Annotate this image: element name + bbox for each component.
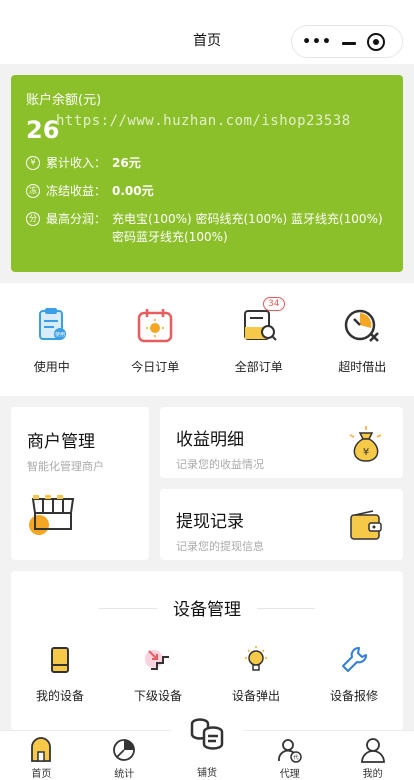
order-in-use-label: 使用中 <box>33 360 70 374</box>
my-devices-label: 我的设备 <box>35 689 84 703</box>
clipboard-icon: 使用 <box>38 308 66 340</box>
orders-search-icon <box>243 310 277 341</box>
money-bag-icon: ¥ <box>349 426 382 462</box>
balance-card: 账户余额(元) 26 ¥ 累计收入： 26元 冻 冻结收益： 0.00元 分 最… <box>11 75 403 272</box>
svg-text:代: 代 <box>293 754 298 761</box>
total-income-label: 累计收入： <box>46 156 107 170</box>
device-grid: 我的设备 下级设备 设备弹出 设备报修 <box>11 641 403 711</box>
order-all-icon-wrap: 34 <box>239 297 285 345</box>
title-divider-right <box>257 608 315 609</box>
tab-agent[interactable]: 代 代理 <box>248 731 331 780</box>
user-icon <box>360 738 385 763</box>
power-bank-icon <box>51 647 69 673</box>
order-in-use[interactable]: 使用 使用中 <box>0 283 104 396</box>
wrench-icon <box>342 647 367 672</box>
device-section-title: 设备管理 <box>173 600 241 620</box>
income-detail-card[interactable]: 收益明细 记录您的收益情况 ¥ <box>160 407 403 478</box>
merchant-management-card[interactable]: 商户管理 智能化管理商户 <box>11 407 149 560</box>
mini-program-capsule: ••• <box>291 25 403 58</box>
order-today[interactable]: 今日订单 <box>104 283 208 396</box>
svg-text:使用: 使用 <box>55 331 65 338</box>
shop-awning-icon <box>29 495 75 535</box>
order-all-label: 全部订单 <box>234 360 283 374</box>
sub-devices[interactable]: 下级设备 <box>109 641 207 711</box>
tab-home[interactable]: 首页 <box>0 731 83 780</box>
watermark-text: https://www.huzhan.com/ishop23538 <box>56 113 351 129</box>
tab-distribute-label: 铺货 <box>197 768 217 779</box>
stairs-down-icon <box>145 650 169 670</box>
order-count-badge: 34 <box>262 297 285 311</box>
frozen-income-value: 0.00元 <box>112 184 154 198</box>
total-income-row: ¥ 累计收入： 26元 <box>26 154 388 172</box>
total-income-value: 26元 <box>112 156 141 170</box>
nav-header: 首页 ••• <box>0 0 414 64</box>
order-overdue-label: 超时借出 <box>338 360 387 374</box>
device-eject-label: 设备弹出 <box>231 689 280 703</box>
order-today-label: 今日订单 <box>131 360 180 374</box>
bulb-icon <box>245 646 267 671</box>
svg-text:¥: ¥ <box>363 447 369 458</box>
share-circle-icon: 分 <box>26 212 40 226</box>
frozen-income-row: 冻 冻结收益： 0.00元 <box>26 182 388 200</box>
tab-distribute[interactable]: 铺货 <box>169 704 245 780</box>
balance-label: 账户余额(元) <box>26 93 102 108</box>
tab-agent-label: 代理 <box>279 769 300 780</box>
distribute-icon <box>190 718 224 750</box>
withdraw-record-card[interactable]: 提现记录 记录您的提现信息 <box>160 489 403 560</box>
order-overdue[interactable]: 超时借出 <box>311 283 414 396</box>
device-eject[interactable]: 设备弹出 <box>207 641 305 711</box>
max-share-row: 分 最高分润： 充电宝(100%) 密码线充(100%) 蓝牙线充(100%) … <box>26 210 388 246</box>
freeze-circle-icon: 冻 <box>26 184 40 198</box>
tab-home-label: 首页 <box>31 769 52 780</box>
max-share-value: 充电宝(100%) 密码线充(100%) 蓝牙线充(100%) 密码蓝牙线充(1… <box>112 212 383 244</box>
tab-mine-label: 我的 <box>362 769 383 780</box>
home-icon <box>31 737 52 762</box>
merchant-subtitle: 智能化管理商户 <box>27 460 104 473</box>
tab-mine[interactable]: 我的 <box>331 731 414 780</box>
my-devices[interactable]: 我的设备 <box>11 641 109 711</box>
clock-cancel-icon <box>345 309 380 342</box>
wallet-icon <box>350 510 382 540</box>
device-repair[interactable]: 设备报修 <box>305 641 403 711</box>
merchant-title: 商户管理 <box>27 432 95 452</box>
calendar-icon <box>138 309 173 343</box>
order-all[interactable]: 34 全部订单 <box>207 283 311 396</box>
tab-statistics-label: 统计 <box>114 769 135 780</box>
yen-circle-icon: ¥ <box>26 156 40 170</box>
target-close-icon[interactable] <box>367 33 385 51</box>
minimize-icon[interactable] <box>342 42 356 45</box>
sub-devices-label: 下级设备 <box>133 689 182 703</box>
frozen-income-label: 冻结收益： <box>46 184 107 198</box>
more-dots-icon[interactable]: ••• <box>302 35 332 49</box>
pie-chart-icon <box>113 739 136 761</box>
orders-section: 使用 使用中 今日订单 34 全部订单 超时借出 <box>0 283 414 396</box>
device-repair-label: 设备报修 <box>329 689 378 703</box>
tab-statistics[interactable]: 统计 <box>83 731 166 780</box>
agent-icon: 代 <box>277 739 302 763</box>
max-share-label: 最高分润： <box>46 212 107 226</box>
